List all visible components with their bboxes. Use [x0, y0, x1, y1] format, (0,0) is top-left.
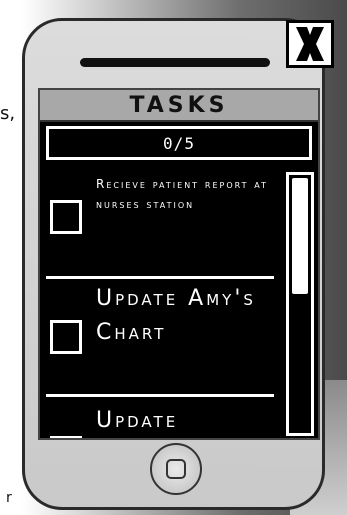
task-label: Recieve patient report at nurses station [96, 177, 269, 211]
task-list-scrollbar[interactable] [286, 172, 314, 436]
background-text-fragment: s, [0, 103, 16, 124]
task-list: Recieve patient report at nurses station… [40, 170, 280, 438]
list-item: Update [40, 402, 280, 438]
task-checkbox[interactable] [50, 200, 82, 234]
task-checkbox[interactable] [50, 320, 82, 354]
task-label: Update Amy's Chart [96, 286, 256, 345]
task-divider [46, 394, 274, 397]
tasks-title: TASKS [129, 92, 229, 118]
list-item: Recieve patient report at nurses station [40, 170, 280, 279]
list-item: Update Amy's Chart [40, 282, 280, 398]
task-progress-box: 0/5 [46, 126, 312, 160]
task-label: Update [96, 408, 179, 433]
tasks-title-bar: TASKS [40, 90, 318, 122]
phone-speaker [80, 58, 270, 67]
tasks-panel: TASKS 0/5 Recieve patient report at nurs… [38, 88, 320, 440]
scrollbar-thumb[interactable] [292, 178, 308, 294]
close-button[interactable] [286, 20, 334, 68]
task-progress: 0/5 [163, 133, 195, 153]
close-icon [296, 27, 324, 61]
task-divider [46, 276, 274, 279]
task-checkbox[interactable] [50, 436, 82, 438]
home-icon [166, 459, 186, 479]
background-text-fragment-bottom: r [6, 490, 12, 506]
home-button[interactable] [150, 443, 202, 495]
